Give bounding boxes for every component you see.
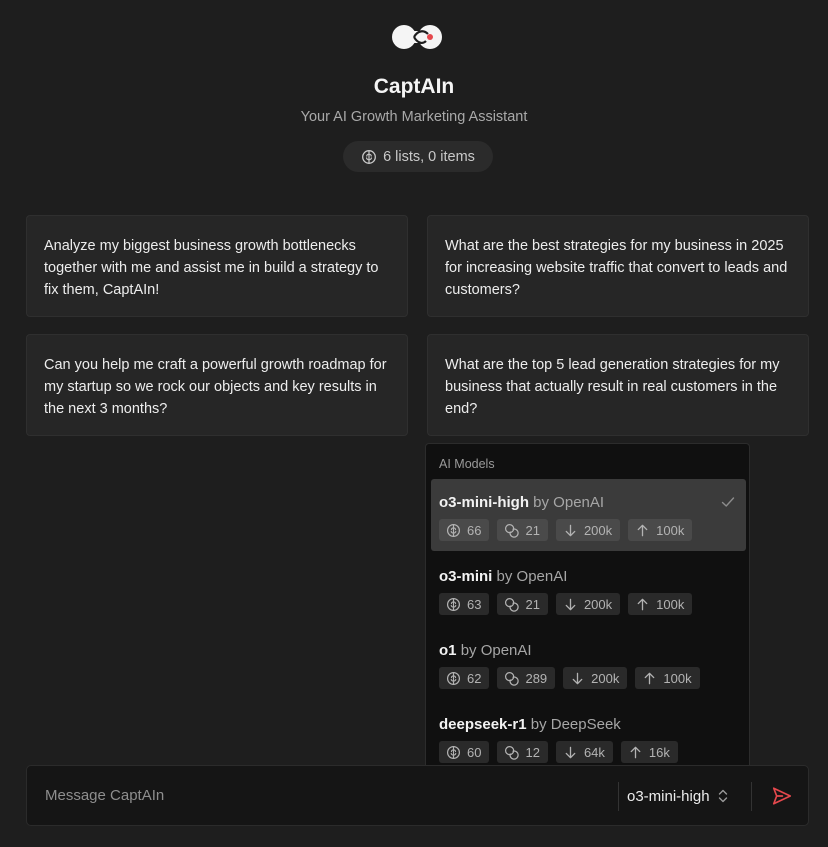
model-option-o1[interactable]: o1 by OpenAI 62 289 200k 100k	[431, 627, 746, 699]
ai-models-menu: AI Models o3-mini-high by OpenAI 66 21 2…	[425, 443, 750, 771]
arrow-up-icon	[635, 523, 650, 538]
coins-icon	[504, 745, 519, 760]
arrow-down-icon	[563, 745, 578, 760]
selected-model-label: o3-mini-high	[627, 787, 710, 805]
menu-header: AI Models	[439, 457, 495, 471]
model-option-o3-mini-high[interactable]: o3-mini-high by OpenAI 66 21 200k 100k	[431, 479, 746, 551]
send-button[interactable]	[768, 782, 796, 810]
divider	[751, 782, 752, 811]
coins-icon	[504, 523, 519, 538]
model-provider: by DeepSeek	[530, 716, 621, 733]
arrow-up-icon	[635, 597, 650, 612]
intelligence-stat: 60	[439, 741, 490, 763]
speed-stat: 289	[497, 667, 556, 689]
arrow-down-icon	[563, 597, 578, 612]
speed-stat: 12	[497, 741, 548, 763]
model-option-deepseek-r1[interactable]: deepseek-r1 by DeepSeek 60 12 64k 16k	[431, 701, 746, 770]
message-input[interactable]	[27, 766, 607, 825]
speed-stat: 21	[497, 593, 548, 615]
model-provider: by OpenAI	[460, 642, 532, 659]
lists-badge[interactable]: 6 lists, 0 items	[343, 141, 493, 172]
input-tokens-stat: 200k	[563, 667, 628, 689]
arrow-up-icon	[628, 745, 643, 760]
speed-stat: 21	[497, 519, 548, 541]
arrow-up-icon	[642, 671, 657, 686]
arrow-down-icon	[570, 671, 585, 686]
coins-icon	[504, 597, 519, 612]
output-tokens-stat: 100k	[635, 667, 700, 689]
input-tokens-stat: 200k	[555, 519, 621, 541]
intelligence-stat: 63	[439, 593, 490, 615]
suggestion-card[interactable]: What are the top 5 lead generation strat…	[427, 334, 809, 436]
lists-badge-label: 6 lists, 0 items	[383, 148, 475, 165]
brain-icon	[446, 597, 461, 612]
output-tokens-stat: 100k	[628, 519, 693, 541]
app-subtitle: Your AI Growth Marketing Assistant	[300, 109, 528, 125]
intelligence-stat: 66	[439, 519, 490, 541]
model-name: o3-mini-high	[439, 494, 529, 511]
send-icon	[772, 787, 792, 805]
model-name: deepseek-r1	[439, 716, 527, 733]
suggestion-card[interactable]: What are the best strategies for my busi…	[427, 215, 809, 317]
chevron-up-down-icon	[718, 789, 727, 803]
coins-icon	[504, 671, 519, 686]
brain-icon	[446, 745, 461, 760]
intelligence-stat: 62	[439, 667, 490, 689]
model-name: o3-mini	[439, 568, 493, 585]
model-stats: 62 289 200k 100k	[439, 667, 700, 689]
app-title: CaptAIn	[373, 75, 455, 98]
model-stats: 60 12 64k 16k	[439, 741, 678, 763]
model-option-o3-mini[interactable]: o3-mini by OpenAI 63 21 200k 100k	[431, 553, 746, 625]
brain-icon	[446, 523, 461, 538]
model-name: o1	[439, 642, 457, 659]
input-tokens-stat: 64k	[555, 741, 613, 763]
infinity-logo-icon	[392, 25, 442, 49]
model-stats: 63 21 200k 100k	[439, 593, 693, 615]
divider	[618, 782, 619, 811]
output-tokens-stat: 100k	[628, 593, 693, 615]
suggestion-card[interactable]: Analyze my biggest business growth bottl…	[26, 215, 408, 317]
message-composer: o3-mini-high	[26, 765, 809, 826]
model-provider: by OpenAI	[533, 494, 605, 511]
brain-icon	[361, 149, 377, 165]
arrow-down-icon	[563, 523, 578, 538]
model-selector[interactable]: o3-mini-high	[627, 784, 730, 808]
output-tokens-stat: 16k	[620, 741, 678, 763]
check-icon	[721, 497, 735, 507]
brain-icon	[446, 671, 461, 686]
chat-home: CaptAIn Your AI Growth Marketing Assista…	[0, 0, 828, 847]
input-tokens-stat: 200k	[555, 593, 621, 615]
model-stats: 66 21 200k 100k	[439, 519, 693, 541]
model-provider: by OpenAI	[496, 568, 568, 585]
suggestion-card[interactable]: Can you help me craft a powerful growth …	[26, 334, 408, 436]
